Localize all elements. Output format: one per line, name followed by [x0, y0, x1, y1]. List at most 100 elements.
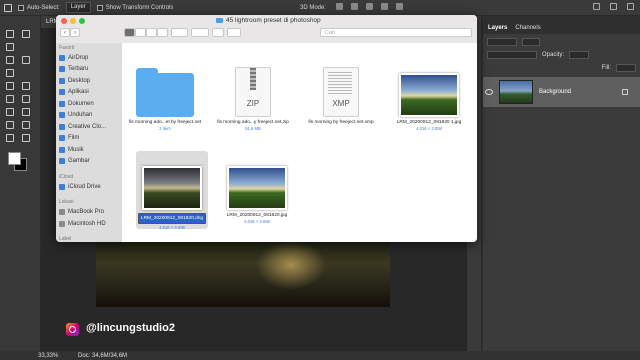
doc-size: Doc: 34,6M/34,6M [78, 352, 128, 359]
quick-select-tool-icon[interactable] [6, 69, 14, 77]
film-icon [59, 134, 65, 141]
tag-icon[interactable] [227, 28, 241, 37]
layer-thumbnail [499, 80, 533, 104]
slice-tool-icon[interactable] [22, 82, 30, 90]
file-item-jpg-2[interactable]: LRM_20200912_081820.jpg 4.016 × 3.008 [216, 155, 298, 224]
foreground-color-swatch[interactable] [8, 152, 21, 165]
sidebar-item-creative-cloud[interactable]: Creative Clo... [59, 122, 119, 131]
sidebar-item-documents[interactable]: Dokumen [59, 99, 119, 108]
layer-row-background[interactable]: Background [483, 77, 640, 107]
minimize-button[interactable] [70, 18, 76, 24]
zoom-button[interactable] [79, 18, 85, 24]
file-item-dng[interactable]: LRM_20200912_081820.dng 4.016 × 3.008 [131, 155, 213, 230]
layer-filter-row [487, 37, 636, 47]
layers-panel: Layers Channels Opacity: Fill: Backgroun… [483, 22, 640, 351]
sidebar-item-music[interactable]: Musik [59, 145, 119, 154]
eyedropper-tool-icon[interactable] [6, 95, 14, 103]
forward-button[interactable]: › [70, 28, 80, 37]
share-icon[interactable] [212, 28, 224, 37]
sidebar-item-macintosh-hd[interactable]: Macintosh HD [59, 219, 119, 228]
sidebar-item-downloads[interactable]: Unduhan [59, 110, 119, 119]
transform-controls-option[interactable]: Show Transform Controls [96, 4, 173, 11]
sidebar-header-locations: Lokasi [59, 199, 74, 205]
transform-controls-checkbox[interactable] [96, 4, 103, 11]
close-button[interactable] [61, 18, 67, 24]
icon-view-button[interactable] [124, 28, 135, 37]
file-item-folder[interactable]: fis morning ado...et by freeject.net 2 i… [124, 57, 206, 131]
window-title-text: 45 lightroom preset di photoshop [226, 17, 321, 24]
file-meta: 2 item [159, 126, 171, 131]
options-bar: Auto-Select: Layer Show Transform Contro… [0, 0, 640, 16]
blend-mode-dropdown[interactable] [522, 38, 540, 46]
file-name: LRM_20200912_081820.jpg [226, 213, 288, 218]
clock-icon [59, 65, 65, 72]
sidebar-item-airdrop[interactable]: AirDrop [59, 53, 119, 62]
sidebar-header-favorites: Favorit [59, 45, 75, 51]
picture-icon [59, 157, 65, 164]
type-tool-icon[interactable] [22, 108, 30, 116]
file-item-xmp[interactable]: XMP fis morning by freeject.net.xmp [300, 57, 382, 125]
fill-row: Fill: [487, 63, 636, 73]
search-input[interactable]: Cari [320, 28, 472, 37]
layer-filter-dropdown[interactable] [487, 38, 517, 46]
eraser-tool-icon[interactable] [6, 121, 14, 129]
gallery-view-icon[interactable] [157, 28, 168, 37]
scale-icon[interactable] [396, 3, 403, 10]
sidebar-item-recents[interactable]: Terbaru [59, 64, 119, 73]
polygon-lasso-tool-icon[interactable] [22, 56, 30, 64]
fill-field[interactable] [616, 64, 636, 72]
tab-layers[interactable]: Layers [488, 25, 507, 31]
visibility-eye-icon[interactable] [485, 89, 493, 95]
folder-icon [136, 68, 194, 117]
sidebar-item-pictures[interactable]: Gambar [59, 156, 119, 165]
roll-icon[interactable] [351, 3, 358, 10]
tab-channels[interactable]: Channels [515, 25, 540, 31]
move-tool-icon[interactable] [4, 3, 12, 12]
brush-tool-icon[interactable] [6, 108, 14, 116]
desktop-icon [59, 77, 65, 84]
heal-tool-icon[interactable] [22, 95, 30, 103]
layer-name: Background [539, 89, 572, 95]
window-title: 45 lightroom preset di photoshop [216, 17, 321, 24]
blend-mode-select[interactable] [487, 51, 537, 59]
orbit-icon[interactable] [336, 3, 343, 10]
applications-icon [59, 88, 65, 95]
sidebar-item-icloud-drive[interactable]: iCloud Drive [59, 182, 119, 191]
path-select-tool-icon[interactable] [22, 121, 30, 129]
column-view-icon[interactable] [146, 28, 157, 37]
opacity-field[interactable] [569, 51, 590, 59]
file-item-zip[interactable]: ZIP fis morning ado...y freeject.net.zip… [212, 57, 294, 131]
laptop-icon [59, 208, 65, 215]
image-thumbnail [142, 166, 202, 210]
auto-select-dropdown[interactable]: Layer [65, 2, 91, 13]
share-icon[interactable] [627, 3, 634, 10]
lasso-tool-icon[interactable] [6, 56, 14, 64]
file-name-selected: LRM_20200912_081820.dng [137, 213, 207, 224]
pan-icon[interactable] [366, 3, 373, 10]
sidebar-item-macbook-pro[interactable]: MacBook Pro [59, 207, 119, 216]
list-view-icon[interactable] [135, 28, 146, 37]
sidebar-item-applications[interactable]: Aplikasi [59, 87, 119, 96]
artboard-tool-icon[interactable] [22, 30, 30, 38]
action-gear-icon[interactable] [191, 28, 209, 37]
hand-tool-icon[interactable] [22, 134, 30, 142]
sidebar-item-desktop[interactable]: Desktop [59, 76, 119, 85]
crop-tool-icon[interactable] [6, 82, 14, 90]
search-icon[interactable] [593, 3, 600, 10]
folder-icon [216, 18, 223, 23]
music-icon [59, 146, 65, 153]
file-name: LRM_20200912_081820 1.jpg [396, 120, 462, 125]
workspace-icon[interactable] [610, 3, 617, 10]
gradient-tool-icon[interactable] [6, 134, 14, 142]
auto-select-checkbox[interactable] [18, 4, 24, 11]
file-meta: 4.016 × 3.008 [244, 219, 270, 224]
zoom-level[interactable]: 33,33% [38, 353, 58, 359]
move-tool-icon[interactable] [6, 30, 14, 38]
auto-select-option[interactable]: Auto-Select: [18, 4, 60, 11]
back-button[interactable]: ‹ [60, 28, 70, 37]
marquee-tool-icon[interactable] [6, 43, 14, 51]
slide-icon[interactable] [381, 3, 388, 10]
sidebar-item-movies[interactable]: Film [59, 133, 119, 142]
file-item-jpg-1[interactable]: LRM_20200912_081820 1.jpg 4.016 × 3.008 [388, 57, 470, 131]
group-by-icon[interactable] [171, 28, 188, 37]
